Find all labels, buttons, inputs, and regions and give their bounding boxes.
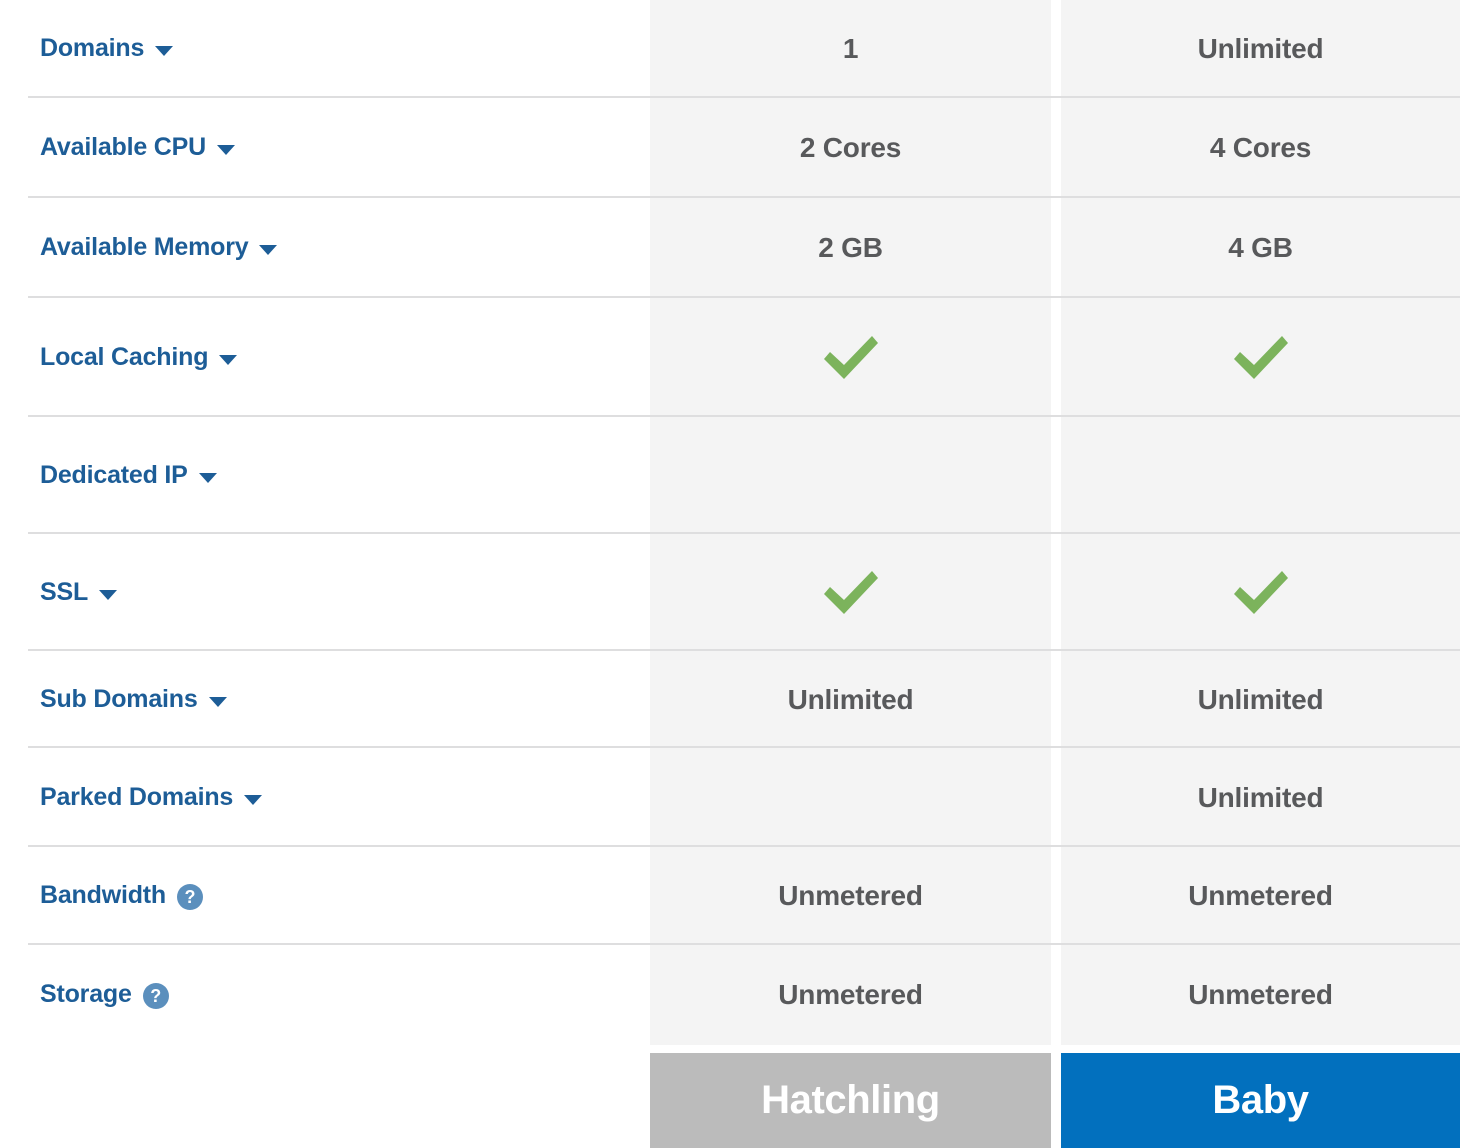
value-text: Unlimited	[1197, 33, 1324, 64]
value-cell-baby: Unlimited	[1061, 651, 1460, 748]
value-cell-hatchling: 1	[650, 0, 1051, 98]
value-cell-hatchling: Unlimited	[650, 651, 1051, 748]
chevron-down-icon[interactable]	[219, 354, 238, 365]
feature-cell[interactable]: Available CPU	[0, 134, 650, 162]
feature-cell[interactable]: Available Memory	[0, 234, 650, 262]
value-text: Unlimited	[787, 683, 914, 715]
value-cell-baby	[1061, 534, 1460, 651]
value-cell-hatchling: 2 GB	[650, 198, 1051, 298]
feature-label: Domains	[40, 34, 145, 63]
feature-cell[interactable]: SSL	[0, 577, 650, 607]
table-row: Sub Domains Unlimited Unlimited	[0, 651, 1460, 748]
column-gap	[1051, 298, 1061, 417]
chevron-down-icon[interactable]	[198, 472, 217, 483]
feature-cell[interactable]: Bandwidth?	[0, 882, 650, 910]
chevron-down-icon[interactable]	[155, 46, 174, 56]
plan-tab-hatchling[interactable]: Hatchling	[650, 1053, 1051, 1148]
value-text: Unlimited	[1197, 683, 1324, 715]
table-row: Bandwidth? Unmetered Unmetered	[0, 847, 1460, 945]
value-cell-hatchling	[650, 748, 1051, 847]
column-gap	[1051, 945, 1061, 1045]
value-text: 2 Cores	[799, 132, 902, 163]
footer-column-gap	[1051, 1053, 1061, 1148]
feature-label: Dedicated IP	[40, 460, 188, 489]
value-cell-baby: Unlimited	[1061, 748, 1460, 847]
table-row: Domains 1 Unlimited	[0, 0, 1460, 98]
feature-rows: Domains 1 Unlimited Available CPU 2 Cores 4 C…	[0, 0, 1460, 1045]
column-gap	[1051, 98, 1061, 198]
value-text: 1	[842, 33, 859, 64]
plan-tabs-footer: Hatchling Baby	[0, 1053, 1460, 1148]
feature-label: Bandwidth	[40, 881, 166, 910]
table-row: Parked Domains Unlimited	[0, 748, 1460, 847]
value-text: Unmetered	[778, 880, 923, 911]
value-cell-hatchling: Unmetered	[650, 945, 1051, 1045]
chevron-down-icon[interactable]	[99, 589, 118, 600]
feature-label: Storage	[40, 980, 132, 1009]
column-gap	[1051, 748, 1061, 847]
feature-cell[interactable]: Local Caching	[0, 342, 650, 372]
value-text: Unlimited	[1197, 781, 1324, 813]
checkmark-icon	[823, 570, 878, 614]
value-text: Unmetered	[778, 979, 923, 1010]
column-gap	[1051, 847, 1061, 945]
feature-label: Local Caching	[40, 342, 209, 371]
value-cell-baby: Unmetered	[1061, 945, 1460, 1045]
value-cell-baby: 4 GB	[1061, 198, 1460, 298]
table-row: Available CPU 2 Cores 4 Cores	[0, 98, 1460, 198]
column-gap	[1051, 651, 1061, 748]
checkmark-icon	[823, 335, 878, 379]
feature-cell[interactable]: Domains	[0, 35, 650, 63]
help-icon[interactable]: ?	[142, 983, 169, 1009]
column-gap	[1051, 198, 1061, 298]
table-row: Storage? Unmetered Unmetered	[0, 945, 1460, 1045]
value-cell-baby	[1061, 298, 1460, 417]
table-row: Local Caching	[0, 298, 1460, 417]
footer-spacer	[0, 1053, 650, 1148]
feature-cell[interactable]: Dedicated IP	[0, 460, 650, 490]
value-cell-baby	[1061, 417, 1460, 534]
feature-label: Available CPU	[40, 133, 206, 162]
chevron-down-icon[interactable]	[208, 696, 227, 707]
value-text: Unmetered	[1188, 979, 1333, 1010]
table-row: Dedicated IP	[0, 417, 1460, 534]
value-cell-hatchling	[650, 298, 1051, 417]
table-row: SSL	[0, 534, 1460, 651]
plan-tab-baby[interactable]: Baby	[1061, 1053, 1460, 1148]
value-cell-hatchling	[650, 417, 1051, 534]
feature-label: Sub Domains	[40, 684, 198, 713]
value-text: 2 GB	[818, 232, 883, 263]
column-gap	[1051, 0, 1061, 98]
value-cell-baby: Unlimited	[1061, 0, 1460, 98]
chevron-down-icon[interactable]	[244, 794, 263, 805]
plan-comparison-table: Domains 1 Unlimited Available CPU 2 Cores 4 C…	[0, 0, 1460, 1148]
column-gap	[1051, 417, 1061, 534]
feature-label: Parked Domains	[40, 782, 234, 811]
feature-cell[interactable]: Storage?	[0, 981, 650, 1009]
value-cell-baby: 4 Cores	[1061, 98, 1460, 198]
value-cell-hatchling: Unmetered	[650, 847, 1051, 945]
chevron-down-icon[interactable]	[216, 145, 235, 155]
feature-cell[interactable]: Parked Domains	[0, 782, 650, 812]
value-text: 4 Cores	[1209, 132, 1312, 163]
feature-label: Available Memory	[40, 233, 249, 262]
checkmark-icon	[1233, 570, 1288, 614]
value-cell-baby: Unmetered	[1061, 847, 1460, 945]
value-cell-hatchling	[650, 534, 1051, 651]
chevron-down-icon[interactable]	[259, 245, 278, 255]
value-text: 4 GB	[1228, 232, 1293, 263]
feature-cell[interactable]: Sub Domains	[0, 684, 650, 714]
checkmark-icon	[1233, 335, 1288, 379]
value-text: Unmetered	[1188, 880, 1333, 911]
table-row: Available Memory 2 GB 4 GB	[0, 198, 1460, 298]
column-gap	[1051, 534, 1061, 651]
value-cell-hatchling: 2 Cores	[650, 98, 1051, 198]
feature-label: SSL	[40, 577, 89, 606]
help-icon[interactable]: ?	[176, 884, 203, 910]
